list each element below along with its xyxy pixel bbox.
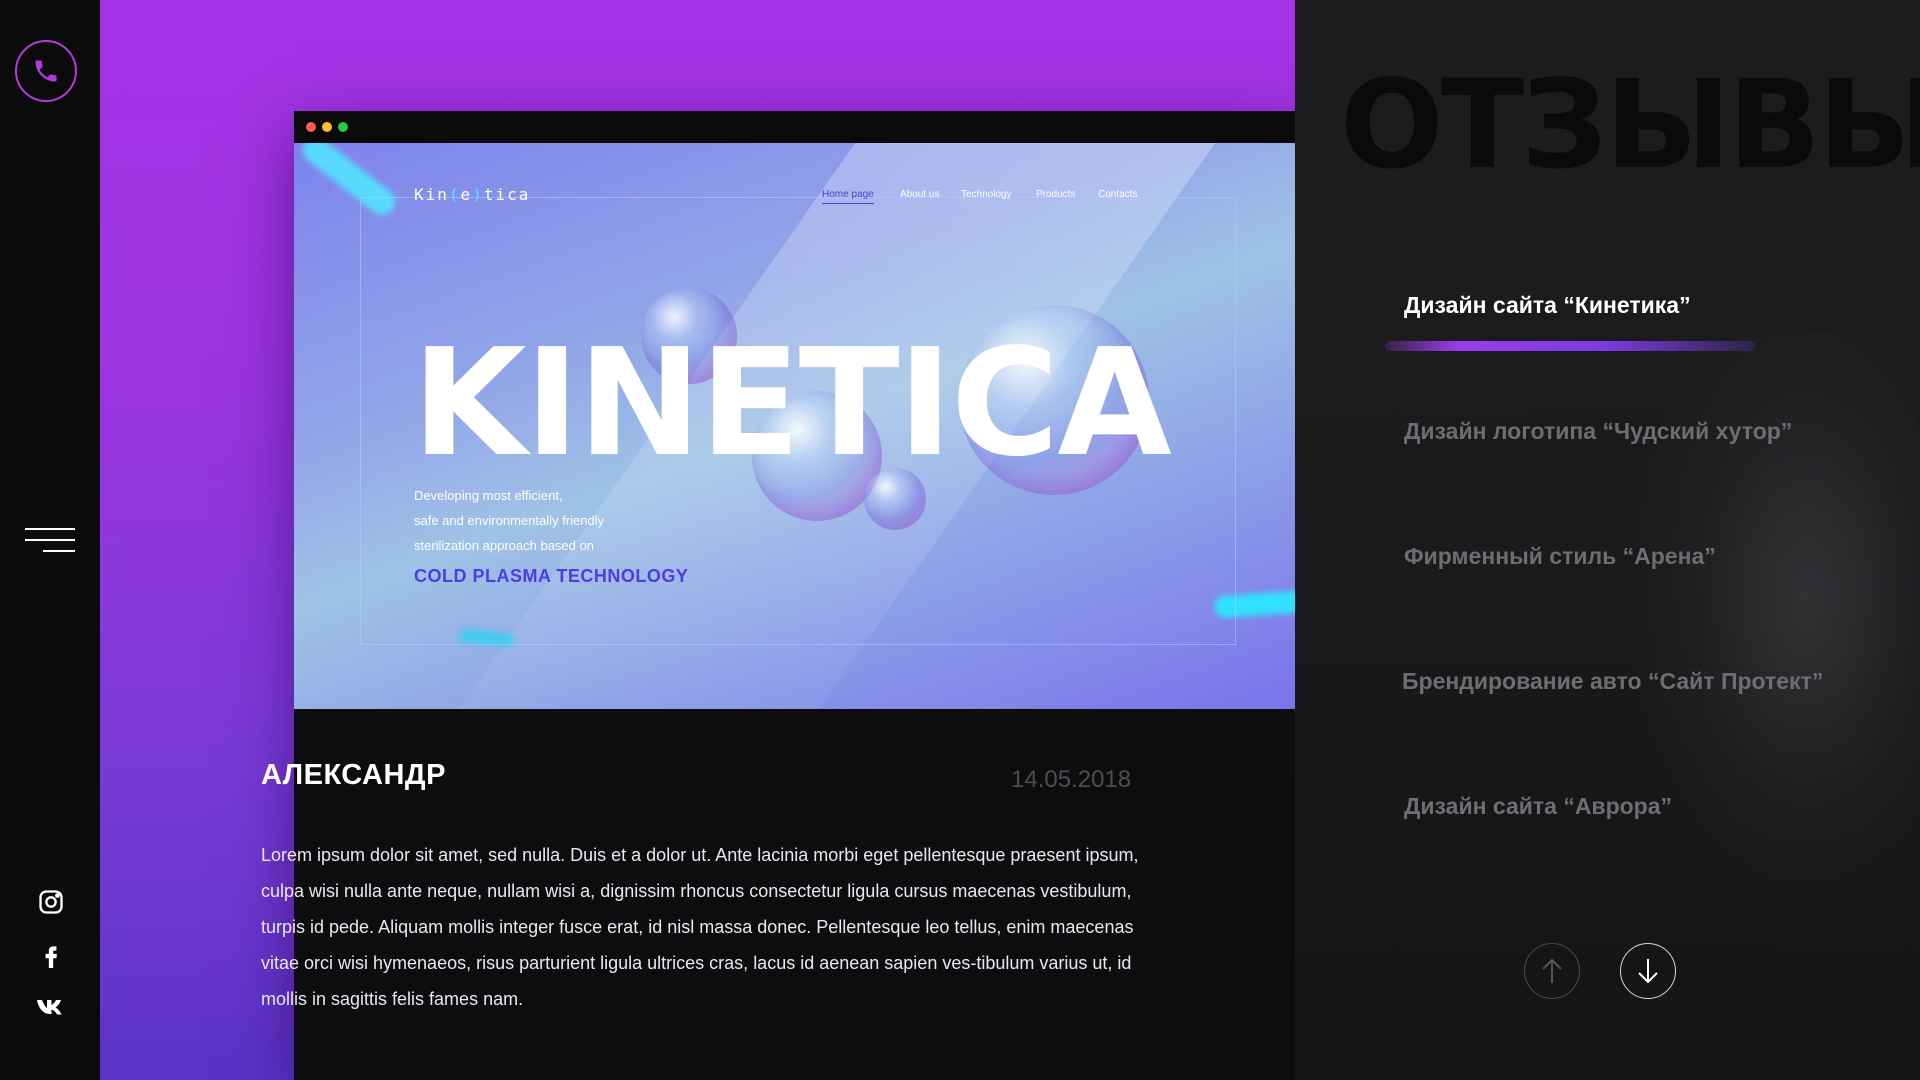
preview-subtitle-line: sterilization approach based on	[414, 538, 594, 553]
hamburger-menu-button[interactable]	[25, 528, 75, 554]
window-close-dot	[306, 122, 316, 132]
window-minimize-dot	[322, 122, 332, 132]
reviewer-name: АЛЕКСАНДР	[261, 759, 446, 791]
instagram-link[interactable]	[34, 885, 68, 919]
panel-title: ОТЗЫВЫ	[1340, 54, 1920, 196]
preview-nav-technology[interactable]: Technology	[961, 189, 1012, 200]
preview-nav-contacts[interactable]: Contacts	[1098, 189, 1137, 200]
review-text: Lorem ipsum dolor sit amet, sed nulla. D…	[261, 845, 1139, 1009]
active-underline	[1385, 341, 1755, 351]
preview-nav-products[interactable]: Products	[1036, 189, 1075, 200]
preview-subtitle-line: Developing most efficient,	[414, 488, 563, 503]
preview-subtitle-line: safe and environmentally friendly	[414, 513, 605, 528]
browser-titlebar	[294, 111, 1302, 143]
hamburger-icon	[25, 528, 75, 530]
review-item-protect[interactable]: Брендирование авто “Сайт Протект”	[1402, 668, 1823, 695]
vk-link[interactable]	[34, 990, 68, 1024]
window-maximize-dot	[338, 122, 348, 132]
preview-nav-about[interactable]: About us	[900, 189, 939, 200]
arrow-down-icon	[1638, 959, 1658, 984]
preview-nav-home[interactable]: Home page	[822, 189, 874, 204]
site-preview-hero: Kin(e)tica Home page About us Technology…	[294, 143, 1302, 709]
instagram-icon	[39, 890, 63, 914]
arrow-up-icon	[1542, 958, 1562, 983]
facebook-icon	[45, 946, 57, 968]
preview-headline: KINETICA	[412, 317, 1172, 489]
review-item-chudskiy[interactable]: Дизайн логотипа “Чудский хутор”	[1404, 418, 1792, 445]
review-date: 14.05.2018	[1011, 766, 1132, 793]
scroll-down-button[interactable]	[1620, 943, 1676, 999]
phone-button[interactable]	[15, 40, 77, 102]
phone-icon	[35, 60, 57, 82]
review-item-arena[interactable]: Фирменный стиль “Арена”	[1404, 543, 1716, 570]
main-stage: Kin(e)tica Home page About us Technology…	[100, 0, 1302, 1080]
review-item-kinetica[interactable]: Дизайн сайта “Кинетика”	[1404, 292, 1691, 319]
review-item-aurora[interactable]: Дизайн сайта “Аврора”	[1404, 793, 1672, 820]
facebook-link[interactable]	[34, 938, 68, 972]
preview-accent-line: COLD PLASMA TECHNOLOGY	[414, 566, 689, 586]
left-rail	[0, 0, 100, 1080]
reviews-panel: ОТЗЫВЫ Дизайн сайта “Кинетика” Дизайн ло…	[1295, 0, 1920, 1080]
preview-logo: Kin(e)tica	[414, 185, 531, 204]
vk-icon	[37, 1000, 62, 1015]
scroll-up-button[interactable]	[1524, 943, 1580, 999]
